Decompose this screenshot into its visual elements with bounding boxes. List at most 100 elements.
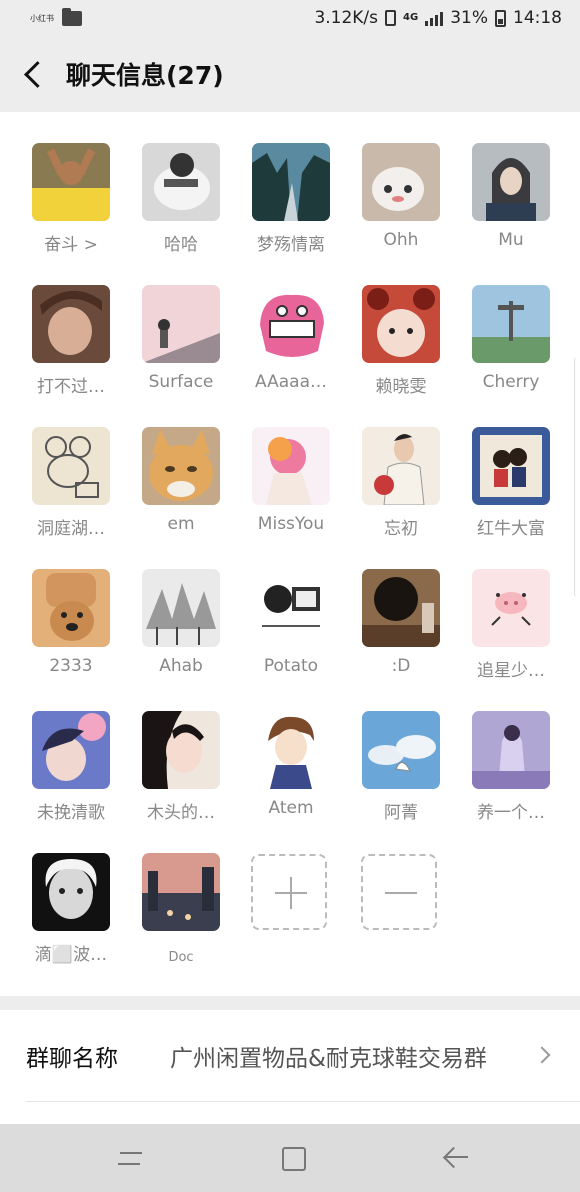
group-name-value: 广州闲置物品&耐克球鞋交易群 bbox=[170, 1046, 487, 1072]
member-name: em bbox=[167, 514, 195, 534]
status-bar: 小红书 3.12K/s 4G 31% 14:18 bbox=[0, 0, 580, 36]
member-name: 打不过… bbox=[37, 377, 105, 397]
member-name: 滴⬜波… bbox=[34, 945, 108, 965]
avatar bbox=[32, 427, 110, 505]
back-nav-icon[interactable] bbox=[434, 1138, 474, 1178]
member-item[interactable]: Atem bbox=[236, 680, 346, 822]
avatar bbox=[472, 569, 550, 647]
member-name: :D bbox=[391, 656, 411, 676]
member-item[interactable]: 赖晓雯 bbox=[346, 254, 456, 397]
avatar bbox=[252, 711, 330, 789]
member-name: 赖晓雯 bbox=[375, 377, 427, 397]
member-item[interactable]: 洞庭湖… bbox=[16, 396, 126, 539]
member-name: 未挽清歌 bbox=[37, 803, 105, 823]
member-name: 阿菁 bbox=[384, 803, 418, 823]
member-name: 奋斗 > bbox=[44, 235, 98, 255]
network-type: 4G bbox=[403, 12, 419, 23]
member-item[interactable]: 奋斗 > bbox=[16, 112, 126, 255]
add-member-button[interactable] bbox=[251, 854, 327, 930]
avatar bbox=[142, 853, 220, 931]
member-name: Ohh bbox=[383, 230, 419, 250]
settings-panel: 群聊名称 广州闲置物品&耐克球鞋交易群 bbox=[0, 1010, 580, 1124]
member-item[interactable]: 未挽清歌 bbox=[16, 680, 126, 823]
member-name: 梦殇情离 bbox=[257, 235, 325, 255]
member-item[interactable]: Ahab bbox=[126, 538, 236, 680]
avatar bbox=[252, 143, 330, 221]
member-item[interactable]: Cherry bbox=[456, 254, 566, 396]
group-name-label: 群聊名称 bbox=[26, 1046, 118, 1072]
member-name: 2333 bbox=[49, 656, 93, 676]
avatar bbox=[142, 427, 220, 505]
member-name: Surface bbox=[148, 372, 214, 392]
avatar bbox=[32, 711, 110, 789]
member-name: 哈哈 bbox=[164, 235, 198, 255]
chevron-right-icon bbox=[533, 1046, 551, 1064]
home-icon[interactable] bbox=[272, 1138, 312, 1178]
page-title: 聊天信息(27) bbox=[66, 61, 224, 90]
member-item[interactable]: 木头的… bbox=[126, 680, 236, 823]
avatar bbox=[32, 143, 110, 221]
member-name: Mu bbox=[498, 230, 524, 250]
clock: 14:18 bbox=[513, 8, 562, 28]
member-item[interactable]: Doc bbox=[126, 822, 236, 965]
member-item[interactable]: :D bbox=[346, 538, 456, 680]
avatar bbox=[32, 569, 110, 647]
member-item[interactable]: 2333 bbox=[16, 538, 126, 680]
member-name: 洞庭湖… bbox=[37, 519, 105, 539]
signal-icon bbox=[425, 10, 444, 26]
member-item[interactable]: AAaaa… bbox=[236, 254, 346, 396]
member-name: 忘初 bbox=[384, 519, 418, 539]
member-item[interactable]: 追星少… bbox=[456, 538, 566, 681]
header: 聊天信息(27) bbox=[0, 36, 580, 112]
member-item[interactable]: 哈哈 bbox=[126, 112, 236, 255]
member-name: 木头的… bbox=[147, 803, 215, 823]
member-name: MissYou bbox=[257, 514, 325, 534]
member-item[interactable]: 打不过… bbox=[16, 254, 126, 397]
battery-percent: 31% bbox=[450, 8, 488, 28]
folder-icon bbox=[62, 7, 82, 26]
avatar bbox=[472, 285, 550, 363]
divider bbox=[26, 1101, 580, 1102]
member-item[interactable]: 养一个… bbox=[456, 680, 566, 823]
member-item[interactable]: Surface bbox=[126, 254, 236, 396]
member-item[interactable]: Mu bbox=[456, 112, 566, 254]
avatar bbox=[32, 285, 110, 363]
members-panel: 奋斗 > 哈哈 梦殇情离 Ohh Mu 打不过… Surface AAaaa… … bbox=[0, 112, 580, 996]
member-name: Ahab bbox=[159, 656, 203, 676]
avatar bbox=[362, 427, 440, 505]
member-item[interactable]: 忘初 bbox=[346, 396, 456, 539]
member-item[interactable]: MissYou bbox=[236, 396, 346, 538]
group-name-row[interactable]: 群聊名称 广州闲置物品&耐克球鞋交易群 bbox=[0, 1010, 580, 1102]
status-left: 小红书 bbox=[30, 7, 82, 26]
member-name: 养一个… bbox=[477, 803, 545, 823]
member-name: 红牛大富 bbox=[477, 519, 545, 539]
member-item[interactable]: 阿菁 bbox=[346, 680, 456, 823]
status-right: 3.12K/s 4G 31% 14:18 bbox=[314, 8, 562, 28]
plus-icon-vertical bbox=[290, 877, 292, 909]
member-item[interactable]: Potato bbox=[236, 538, 346, 680]
network-speed: 3.12K/s bbox=[314, 8, 379, 28]
avatar bbox=[362, 711, 440, 789]
member-name: Potato bbox=[263, 656, 319, 676]
member-item[interactable]: Ohh bbox=[346, 112, 456, 254]
member-name: AAaaa… bbox=[255, 372, 327, 392]
recent-apps-icon[interactable] bbox=[110, 1138, 150, 1178]
avatar bbox=[362, 143, 440, 221]
member-item[interactable]: 红牛大富 bbox=[456, 396, 566, 539]
battery-icon bbox=[495, 9, 506, 27]
avatar bbox=[142, 285, 220, 363]
scrollbar[interactable] bbox=[574, 357, 580, 597]
avatar bbox=[472, 143, 550, 221]
member-item[interactable]: 梦殇情离 bbox=[236, 112, 346, 255]
avatar bbox=[32, 853, 110, 931]
avatar bbox=[252, 285, 330, 363]
member-item[interactable]: 滴⬜波… bbox=[16, 822, 126, 965]
member-item[interactable]: em bbox=[126, 396, 236, 538]
avatar bbox=[362, 569, 440, 647]
back-button[interactable] bbox=[0, 36, 66, 112]
avatar bbox=[142, 569, 220, 647]
member-name: Doc bbox=[168, 950, 194, 965]
navigation-bar bbox=[0, 1124, 580, 1192]
remove-member-button[interactable] bbox=[361, 854, 437, 930]
notification-icon bbox=[385, 10, 397, 26]
